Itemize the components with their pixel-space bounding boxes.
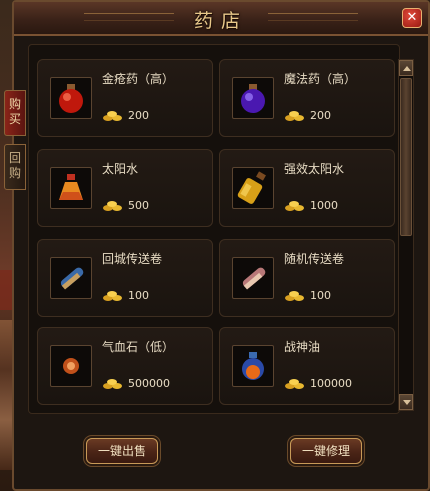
shop-item[interactable]: 战神油 100000 <box>219 327 395 405</box>
shop-item[interactable]: 金疮药（高） 200 <box>37 59 213 137</box>
repair-all-button[interactable]: 一键修理 <box>290 438 362 464</box>
gold-coin-icon <box>103 379 122 389</box>
item-price: 200 <box>128 109 149 122</box>
item-price: 100000 <box>310 377 352 390</box>
item-name: 回城传送卷 <box>102 252 163 266</box>
gold-coin-icon <box>285 201 304 211</box>
scroll-thumb[interactable] <box>400 78 412 236</box>
item-slot <box>232 77 274 119</box>
gold-coin-icon <box>285 111 304 121</box>
scroll-up-button[interactable] <box>399 60 413 76</box>
item-slot <box>232 257 274 299</box>
tab-buyback[interactable]: 回购 <box>4 144 26 190</box>
item-name: 强效太阳水 <box>284 162 345 176</box>
shop-item[interactable]: 回城传送卷 100 <box>37 239 213 317</box>
item-list-scrollbar[interactable] <box>398 59 414 411</box>
shop-item[interactable]: 随机传送卷 100 <box>219 239 395 317</box>
window-title: 药店 <box>193 10 248 32</box>
random-scroll-icon <box>242 267 266 290</box>
vitality-stone-icon <box>63 358 79 374</box>
item-slot <box>50 167 92 209</box>
item-price: 500 <box>128 199 149 212</box>
item-slot <box>232 345 274 387</box>
shop-item[interactable]: 太阳水 500 <box>37 149 213 227</box>
gold-coin-icon <box>285 291 304 301</box>
item-price: 1000 <box>310 199 338 212</box>
item-name: 金疮药（高） <box>102 72 175 86</box>
item-name: 随机传送卷 <box>284 252 345 266</box>
red-potion-icon <box>59 84 83 113</box>
gold-coin-icon <box>103 201 122 211</box>
item-list-panel: 金疮药（高） 200 魔法药（高） 200 太阳水 500 强效太阳水 1000… <box>28 44 400 414</box>
sell-all-button[interactable]: 一键出售 <box>86 438 158 464</box>
item-price: 100 <box>128 289 149 302</box>
item-name: 战神油 <box>284 340 321 354</box>
item-slot <box>232 167 274 209</box>
item-price: 200 <box>310 109 331 122</box>
purple-potion-icon <box>241 84 265 113</box>
item-price: 500000 <box>128 377 170 390</box>
strong-sun-water-bottle-icon <box>237 171 266 204</box>
sun-water-flask-icon <box>59 174 83 200</box>
shop-item[interactable]: 强效太阳水 1000 <box>219 149 395 227</box>
tab-buy[interactable]: 购买 <box>4 90 26 136</box>
item-slot <box>50 77 92 119</box>
scroll-down-button[interactable] <box>399 394 413 410</box>
title-bar[interactable]: 药店 ✕ <box>14 2 428 36</box>
war-god-oil-icon <box>242 352 264 380</box>
shop-window: 药店 ✕ 购买 回购 金疮药（高） 200 魔法药（高） 200 太阳水 500… <box>4 0 430 491</box>
shop-item[interactable]: 气血石（低） 500000 <box>37 327 213 405</box>
item-slot <box>50 345 92 387</box>
gold-coin-icon <box>285 379 304 389</box>
shop-item[interactable]: 魔法药（高） 200 <box>219 59 395 137</box>
item-name: 太阳水 <box>102 162 139 176</box>
item-name: 魔法药（高） <box>284 72 357 86</box>
close-icon: ✕ <box>406 10 418 25</box>
close-button[interactable]: ✕ <box>402 8 422 28</box>
town-scroll-icon <box>60 267 84 290</box>
item-name: 气血石（低） <box>102 340 175 354</box>
item-slot <box>50 257 92 299</box>
gold-coin-icon <box>103 291 122 301</box>
item-price: 100 <box>310 289 331 302</box>
gold-coin-icon <box>103 111 122 121</box>
